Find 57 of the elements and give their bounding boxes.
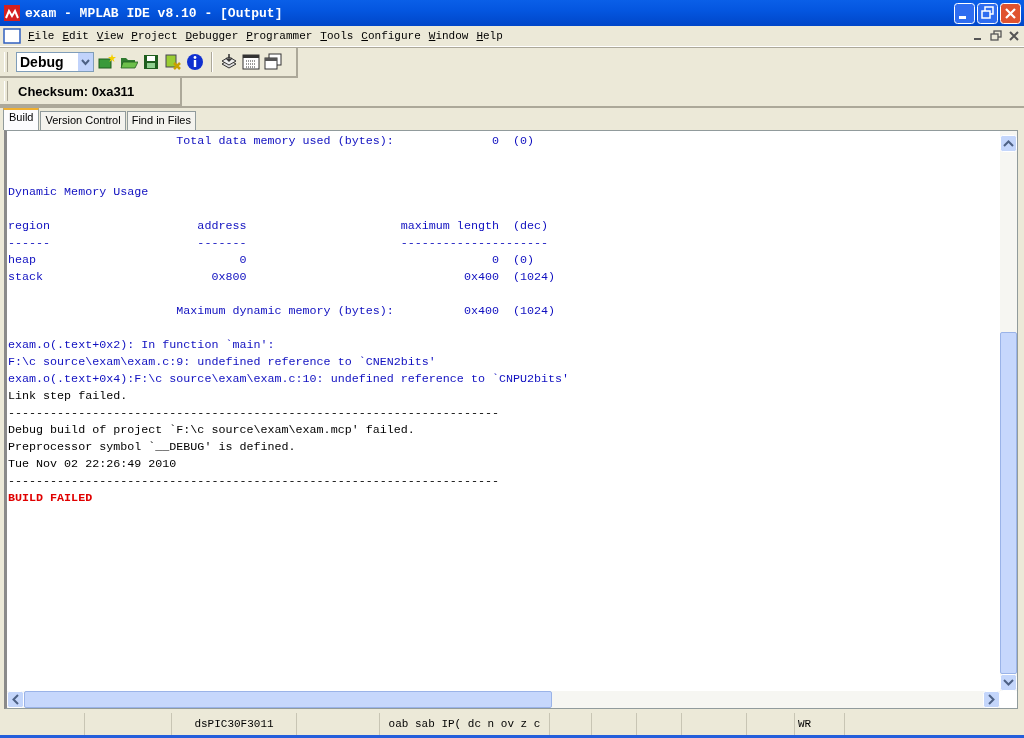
menu-item[interactable]: Window: [425, 30, 472, 42]
output-line: stack 0x800 0x400 (1024): [8, 269, 557, 286]
new-project-icon[interactable]: [98, 53, 116, 71]
restore-button[interactable]: [988, 29, 1004, 43]
document-icon: [3, 28, 21, 44]
close-button[interactable]: [1000, 2, 1021, 24]
tab[interactable]: Version Control: [40, 111, 126, 130]
status-text: dsPIC30F3011: [194, 718, 274, 730]
grid-window-icon[interactable]: [242, 53, 260, 71]
output-line: ----------------------------------------------------------------------: [8, 405, 500, 422]
vertical-scrollbar[interactable]: [1000, 131, 1017, 691]
output-line: Total data memory used (bytes): 0 (0): [175, 133, 536, 150]
scroll-right-button[interactable]: [983, 691, 1000, 708]
menu-item[interactable]: Programmer: [243, 30, 316, 42]
scroll-thumb[interactable]: [24, 691, 552, 708]
window-title: exam - MPLAB IDE v8.10 - [Output]: [25, 5, 284, 21]
output-line: Dynamic Memory Usage: [8, 184, 150, 201]
output-line: region address maximum length (dec): [8, 218, 550, 235]
scroll-thumb[interactable]: [1000, 332, 1017, 674]
output-line: heap 0 0 (0): [8, 252, 536, 269]
output-line: Debug build of project `F:\c source\exam\exam.mcp' failed.: [8, 422, 416, 439]
output-line: Maximum dynamic memory (bytes): 0x400 (1024): [175, 303, 557, 320]
menu-item[interactable]: File: [25, 30, 58, 42]
status-text: WR: [798, 718, 812, 730]
restore-button[interactable]: [977, 2, 998, 24]
info-icon[interactable]: [186, 53, 204, 71]
scroll-down-button[interactable]: [1000, 674, 1017, 691]
close-button[interactable]: [1006, 29, 1022, 43]
menu-item[interactable]: Configure: [358, 30, 424, 42]
output-line: ------ ------- ---------------------: [8, 235, 550, 252]
configuration-dropdown[interactable]: Debug: [16, 52, 94, 72]
scroll-left-button[interactable]: [7, 691, 24, 708]
output-line: exam.o(.text+0x2): In function `main':: [8, 337, 276, 354]
output-line: exam.o(.text+0x4):F:\c source\exam\exam.c:10: undefined reference to `CNPU2bits': [8, 371, 571, 388]
tab[interactable]: Build: [3, 108, 40, 130]
output-line: Tue Nov 02 22:26:49 2010: [8, 456, 178, 473]
menu-item[interactable]: Project: [128, 30, 181, 42]
status-text: oab sab IP( dc n ov z c: [388, 718, 541, 730]
save-icon[interactable]: [142, 53, 160, 71]
output-line: Preprocessor symbol `__DEBUG' is defined.: [8, 439, 297, 456]
output-line: F:\c source\exam\exam.c:9: undefined reference to `CNEN2bits': [8, 354, 437, 371]
minimize-button[interactable]: [954, 2, 975, 24]
windows-icon[interactable]: [264, 53, 282, 71]
scroll-up-button[interactable]: [1000, 135, 1017, 152]
checksum-label: Checksum: 0xa311: [18, 83, 135, 99]
tab[interactable]: Find in Files: [126, 111, 196, 130]
menu-item[interactable]: View: [93, 30, 127, 42]
output-line: ----------------------------------------------------------------------: [8, 473, 500, 490]
app-logo-icon: [4, 5, 20, 21]
output-line: Link step failed.: [8, 388, 129, 405]
horizontal-scrollbar[interactable]: [7, 691, 1000, 708]
output-line: BUILD FAILED: [8, 490, 94, 507]
menu-item[interactable]: Tools: [317, 30, 357, 42]
menu-item[interactable]: Debugger: [182, 30, 242, 42]
menu-item[interactable]: Help: [473, 30, 506, 42]
stack-download-icon[interactable]: [220, 53, 238, 71]
menu-item[interactable]: Edit: [59, 30, 92, 42]
